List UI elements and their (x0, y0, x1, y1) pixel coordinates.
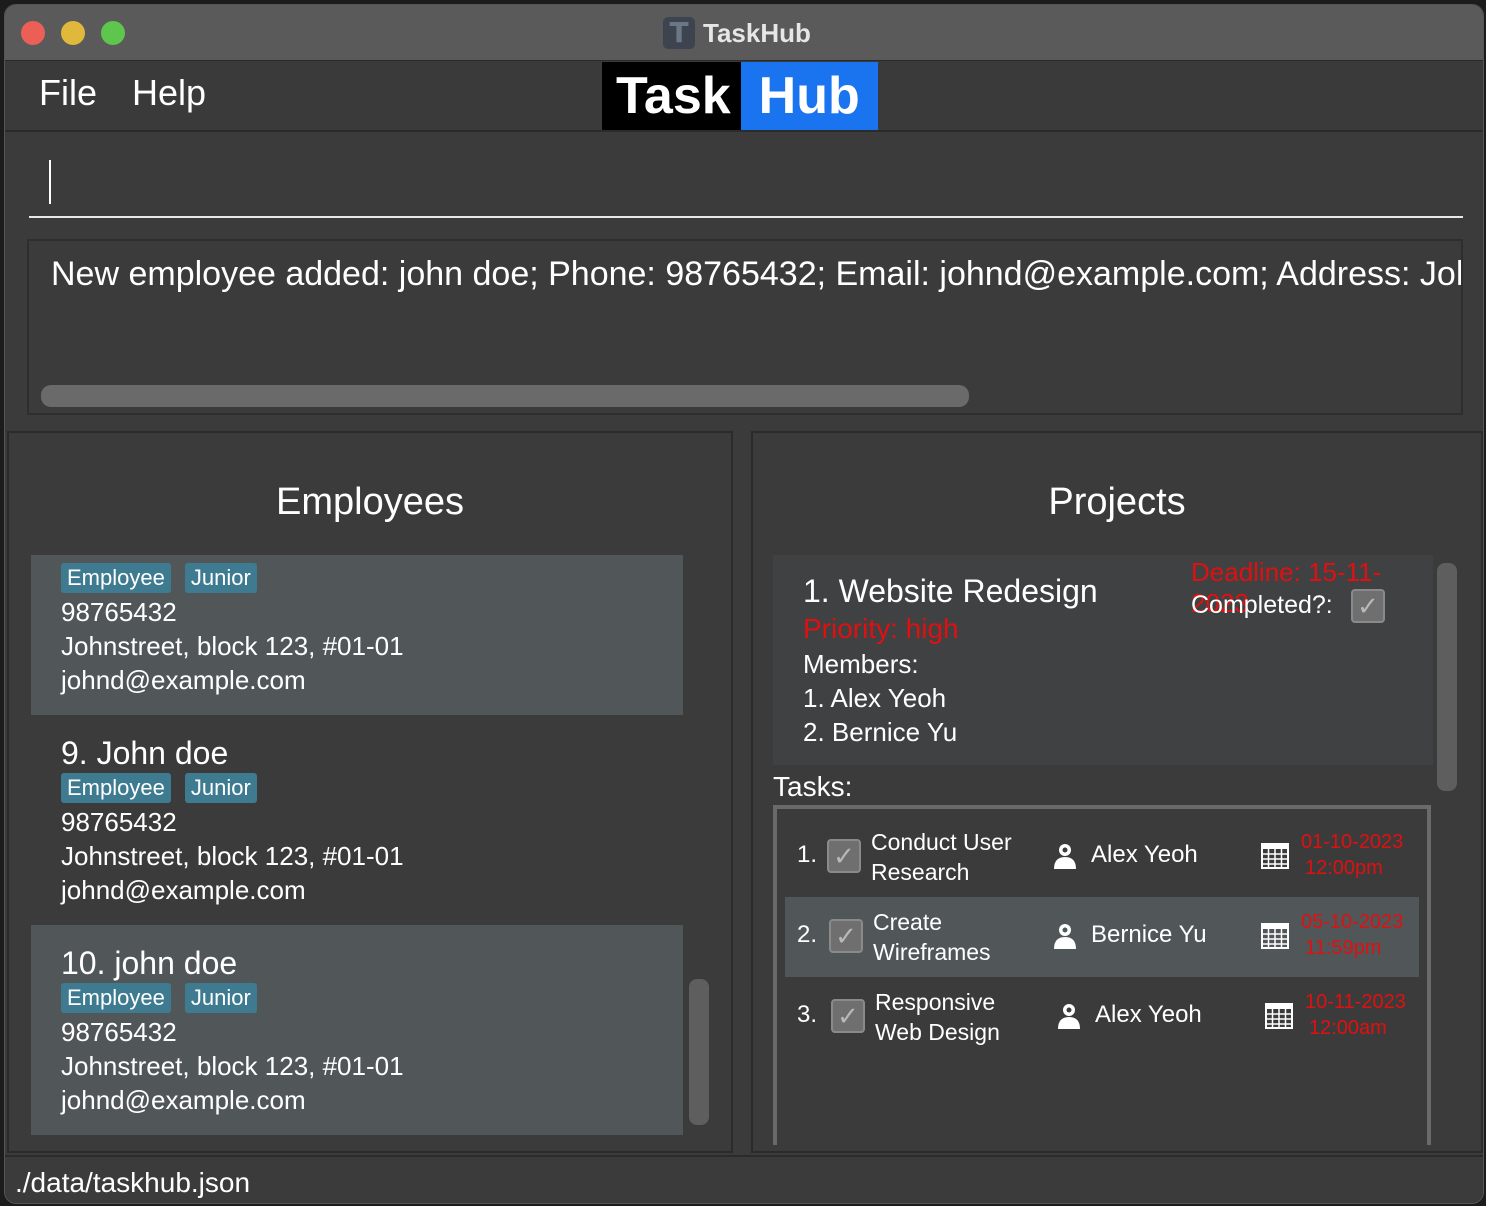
window-title-group: T TaskHub (663, 15, 811, 51)
employee-name: 9. John doe (61, 735, 229, 771)
check-icon: ✓ (1357, 591, 1379, 621)
calendar-icon (1265, 1003, 1293, 1029)
command-area (5, 134, 1483, 230)
employee-address: Johnstreet, block 123, #01-01 (61, 631, 404, 661)
employees-title: Employees (276, 481, 464, 523)
menu-help[interactable]: Help (132, 72, 206, 114)
tag-employee: Employee (61, 773, 171, 803)
member-item: 1. Alex Yeoh (803, 683, 947, 713)
person-icon (1054, 924, 1076, 949)
window-title: TaskHub (703, 17, 811, 48)
employee-list-scrollbar[interactable] (689, 979, 709, 1125)
close-window-button[interactable] (21, 21, 45, 45)
logo-hub-text: Hub (740, 62, 878, 130)
command-input[interactable] (29, 144, 1463, 218)
employee-phone: 98765432 (61, 1017, 177, 1047)
employee-list[interactable]: Employee Junior 98765432 Johnstreet, blo… (31, 555, 683, 1135)
project-card[interactable]: 1. Website Redesign Priority: high Membe… (773, 555, 1433, 1145)
task-deadline: 10-11-2023 12:00am (1305, 989, 1406, 1041)
app-window: T TaskHub File Help Task Hub New employe… (4, 4, 1484, 1204)
data-file-path: ./data/taskhub.json (15, 1167, 251, 1198)
result-display: New employee added: john doe; Phone: 987… (27, 239, 1463, 415)
title-bar: T TaskHub (5, 5, 1483, 61)
project-priority: Priority: high (803, 613, 959, 644)
task-title: Conduct User Research (871, 829, 1012, 885)
calendar-icon (1261, 923, 1289, 949)
employee-card[interactable]: 10. john doe Employee Junior 98765432 Jo… (31, 925, 683, 1135)
tag-junior: Junior (184, 983, 257, 1013)
project-list-scrollbar[interactable] (1437, 563, 1457, 791)
result-horizontal-scrollbar[interactable] (41, 385, 969, 407)
employee-email: johnd@example.com (61, 875, 306, 905)
employee-card[interactable]: 9. John doe Employee Junior 98765432 Joh… (31, 715, 683, 925)
task-time: 11:59pm (1305, 937, 1382, 959)
tasks-label: Tasks: (773, 771, 853, 802)
task-date: 05-10-2023 (1301, 911, 1404, 933)
tag-employee: Employee (61, 563, 171, 593)
project-name: 1. Website Redesign (803, 573, 1098, 609)
taskhub-logo: Task Hub (602, 62, 878, 130)
members-label: Members: (803, 649, 919, 679)
task-assignee: Alex Yeoh (1091, 841, 1198, 868)
task-row[interactable]: 2. ✓ Create Wireframes Bernice Yu 05-10-… (785, 897, 1419, 977)
employee-email: johnd@example.com (61, 1085, 306, 1115)
member-item: 2. Bernice Yu (803, 717, 958, 747)
task-number: 2. (797, 921, 818, 948)
task-row[interactable]: 1. ✓ Conduct User Research Alex Yeoh 01-… (785, 817, 1419, 897)
employee-address: Johnstreet, block 123, #01-01 (61, 1051, 404, 1081)
tag-junior: Junior (184, 773, 257, 803)
employee-name: 10. john doe (61, 945, 238, 981)
task-row[interactable]: 3. ✓ Responsive Web Design Alex Yeoh 10-… (785, 977, 1419, 1057)
task-title: Create Wireframes (873, 909, 991, 965)
task-deadline: 05-10-2023 11:59pm (1301, 909, 1403, 961)
check-icon: ✓ (833, 841, 855, 871)
person-icon (1054, 844, 1076, 869)
minimize-window-button[interactable] (61, 21, 85, 45)
employees-panel: Employees Employee Junior 98765432 Johns… (7, 431, 733, 1153)
logo-task-text: Task (602, 62, 741, 130)
task-date: 01-10-2023 (1301, 831, 1404, 853)
project-completed-checkbox[interactable]: ✓ (1351, 589, 1385, 623)
calendar-icon (1261, 843, 1289, 869)
employee-tags: Employee Junior (61, 773, 257, 803)
task-done-checkbox[interactable]: ✓ (831, 999, 865, 1033)
tag-junior: Junior (184, 563, 257, 593)
task-time: 12:00pm (1305, 857, 1383, 879)
task-number: 3. (797, 1001, 818, 1028)
task-assignee: Alex Yeoh (1095, 1001, 1202, 1028)
task-done-checkbox[interactable]: ✓ (829, 919, 863, 953)
task-number: 1. (797, 841, 818, 868)
text-caret (49, 160, 51, 204)
projects-panel: Projects 1. Website Redesign Priority: h… (751, 431, 1483, 1153)
employee-phone: 98765432 (61, 807, 177, 837)
tag-employee: Employee (61, 983, 171, 1013)
task-deadline: 01-10-2023 12:00pm (1301, 829, 1403, 881)
employee-tags: Employee Junior (61, 983, 257, 1013)
task-done-checkbox[interactable]: ✓ (827, 839, 861, 873)
projects-title: Projects (1048, 481, 1186, 523)
project-header: 1. Website Redesign Priority: high Membe… (773, 555, 1433, 765)
menu-bar: File Help Task Hub (5, 62, 1483, 132)
task-date: 10-11-2023 (1305, 991, 1406, 1013)
task-title: Responsive Web Design (875, 989, 1000, 1045)
person-icon (1058, 1004, 1080, 1029)
maximize-window-button[interactable] (101, 21, 125, 45)
employee-address: Johnstreet, block 123, #01-01 (61, 841, 404, 871)
check-icon: ✓ (837, 1001, 859, 1031)
employee-email: johnd@example.com (61, 665, 306, 695)
task-assignee: Bernice Yu (1091, 921, 1207, 948)
app-icon: T (663, 17, 695, 49)
employee-tags: Employee Junior (61, 563, 257, 593)
task-time: 12:00am (1309, 1017, 1387, 1039)
check-icon: ✓ (835, 921, 857, 951)
status-bar: ./data/taskhub.json (5, 1155, 1483, 1203)
employee-phone: 98765432 (61, 597, 177, 627)
result-message: New employee added: john doe; Phone: 987… (51, 255, 1461, 293)
task-list[interactable]: 1. ✓ Conduct User Research Alex Yeoh 01-… (773, 805, 1431, 1145)
menu-file[interactable]: File (39, 72, 97, 114)
completed-label: Completed?: (1191, 591, 1333, 619)
